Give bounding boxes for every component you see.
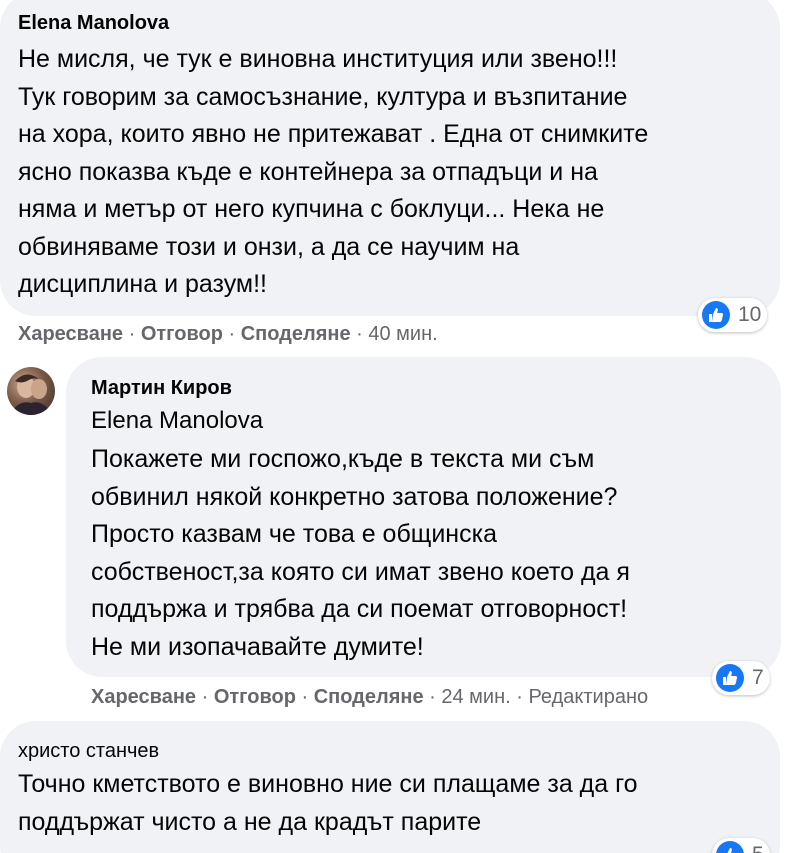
reaction-count: 10 [738, 303, 762, 326]
reply-link[interactable]: Отговор [141, 323, 223, 345]
avatar[interactable] [7, 367, 55, 415]
edited-label[interactable]: Редактирано [528, 686, 648, 708]
like-icon [702, 301, 730, 329]
comment-text: Точно кметството е виновно ние си плащам… [18, 766, 638, 841]
comment-line: ясно показва къде е контейнера за отпадъ… [18, 157, 598, 186]
share-link[interactable]: Споделяне [314, 686, 424, 708]
separator: · [301, 686, 314, 708]
comment-text: Покажете ми госпожо,къде в текста ми съм… [91, 441, 630, 666]
comment-line: Не ми изопачавайте думите! [91, 632, 424, 661]
comment-actions: Харесване · Отговор · Споделяне · 24 мин… [91, 686, 648, 709]
like-link[interactable]: Харесване [91, 686, 196, 708]
share-link[interactable]: Споделяне [241, 323, 351, 345]
separator: · [128, 323, 141, 345]
comment-author[interactable]: Мартин Киров [91, 377, 232, 400]
reaction-badge[interactable]: 5 [712, 838, 770, 853]
separator: · [201, 686, 214, 708]
comment-line: Не мисля, че тук е виновна институция ил… [18, 45, 618, 73]
comment-line: няма и метър от него купчина с боклуци..… [18, 195, 605, 223]
comment-line: Просто казвам че това е общинска [91, 520, 498, 548]
comment-timestamp[interactable]: 40 мин. [368, 323, 437, 345]
comment-author[interactable]: Elena Manolova [18, 12, 169, 35]
comment-actions: Харесване · Отговор · Споделяне · 40 мин… [18, 323, 438, 346]
like-icon [716, 664, 744, 692]
reaction-count: 7 [752, 666, 764, 689]
like-link[interactable]: Харесване [18, 323, 123, 345]
separator: · [429, 686, 442, 708]
comment-line: собственост,за която си имат звено което… [91, 557, 630, 586]
separator: · [228, 323, 241, 345]
comment-line: поддържа и трябва да си поемат отговорно… [91, 595, 628, 623]
reaction-badge[interactable]: 7 [712, 661, 770, 695]
reaction-badge[interactable]: 10 [698, 298, 768, 332]
comment-line: Покажете ми госпожо,къде в текста ми съм [91, 445, 595, 473]
separator: · [516, 686, 529, 708]
comment-line: поддържат чисто а не да крадът парите [18, 807, 482, 836]
comment-line: дисциплина и разум!! [18, 270, 267, 298]
like-icon [716, 841, 744, 853]
mention-tag[interactable]: Elena Manolova [91, 407, 263, 435]
comment-line: Точно кметството е виновно ние си плащам… [18, 770, 638, 798]
reaction-count: 5 [752, 843, 764, 853]
reply-link[interactable]: Отговор [214, 686, 296, 708]
comment-text: Не мисля, че тук е виновна институция ил… [18, 41, 648, 304]
comment-author[interactable]: христо станчев [18, 740, 159, 763]
comment-line: на хора, които явно не притежават . Една… [18, 120, 649, 148]
comment-timestamp[interactable]: 24 мин. [441, 686, 510, 708]
comments-section: Elena Manolova Не мисля, че тук е виновн… [0, 0, 800, 853]
comment-line: обвиняваме този и онзи, а да се научим н… [18, 232, 520, 261]
comment-line: обвинил някой конкретно затова положение… [91, 482, 618, 511]
comment-line: Тук говорим за самосъзнание, култура и в… [18, 82, 628, 111]
separator: · [356, 323, 369, 345]
